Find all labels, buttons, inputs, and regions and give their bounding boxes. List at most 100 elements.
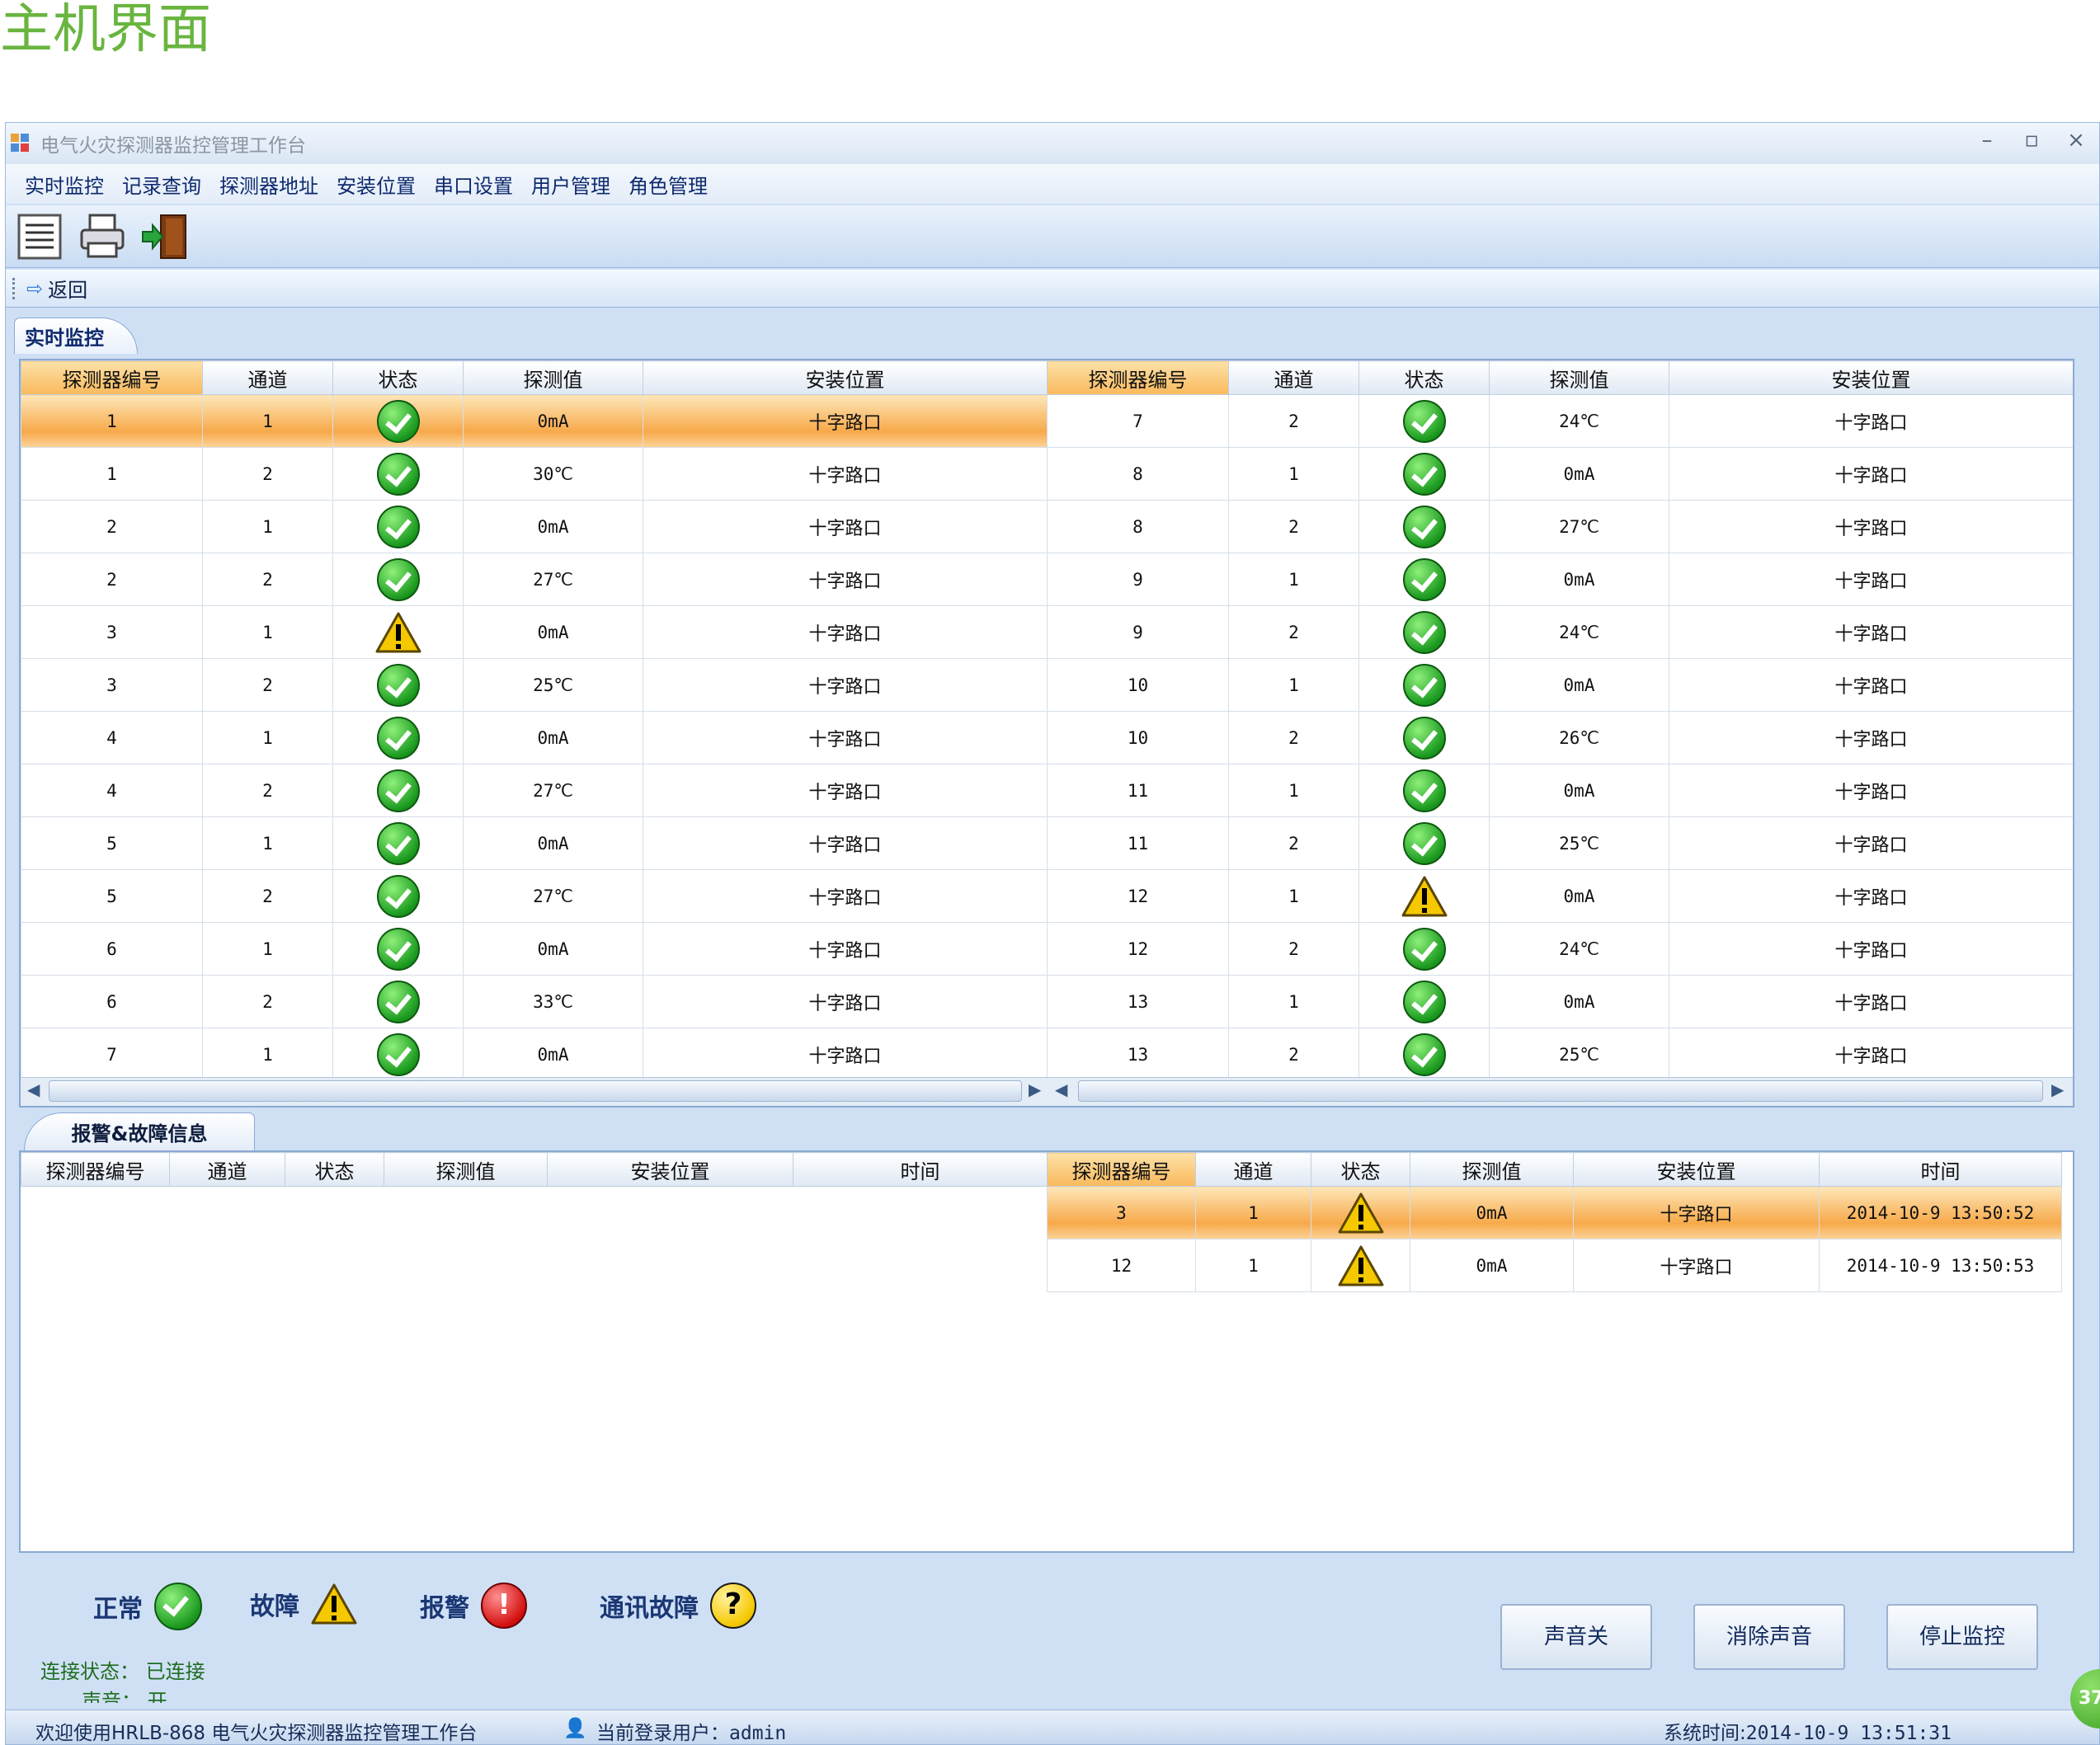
cell-channel: 2 <box>1228 1028 1359 1081</box>
table-row[interactable]: 5 1 0mA 十字路口 <box>21 816 1048 870</box>
tab-alarm-fault-info[interactable]: 报警&故障信息 <box>24 1112 255 1150</box>
col-header-location[interactable]: 安装位置 <box>1669 360 2073 395</box>
table-row[interactable]: 5 2 27℃ 十字路口 <box>21 869 1048 923</box>
table-row[interactable]: 6 2 33℃ 十字路口 <box>21 975 1048 1028</box>
cell-detector-id: 5 <box>21 869 203 923</box>
table-row[interactable]: 1 2 30℃ 十字路口 <box>21 447 1048 501</box>
col-header-value[interactable]: 探测值 <box>463 360 643 395</box>
col-header-status[interactable]: 状态 <box>285 1152 384 1187</box>
scroll-right-icon[interactable]: ▶ <box>1029 1079 1041 1099</box>
table-row[interactable]: 13 2 25℃ 十字路口 <box>1047 1028 2073 1081</box>
tab-realtime-monitor[interactable]: 实时监控 <box>14 317 138 354</box>
cell-status <box>1358 869 1490 923</box>
toolbar <box>6 205 2099 268</box>
cell-time: 2014-10-9 13:50:52 <box>1819 1186 2062 1239</box>
table-row[interactable]: 3 1 0mA 十字路口 2014-10-9 13:50:52 <box>1047 1186 2062 1239</box>
col-header-value[interactable]: 探测值 <box>1410 1152 1574 1187</box>
cell-detector-id: 12 <box>1047 869 1229 923</box>
col-header-channel[interactable]: 通道 <box>169 1152 285 1187</box>
ok-check-icon <box>1402 927 1446 971</box>
exit-door-icon[interactable] <box>141 212 189 261</box>
back-arrow-icon[interactable]: ⇨ <box>26 277 43 300</box>
table-row[interactable]: 9 1 0mA 十字路口 <box>1047 553 2073 606</box>
scroll-left-icon[interactable]: ◀ <box>27 1079 40 1099</box>
table-row[interactable]: 10 2 26℃ 十字路口 <box>1047 711 2073 764</box>
cell-location: 十字路口 <box>1669 500 2073 553</box>
sound-off-button[interactable]: 声音关 <box>1500 1604 1652 1670</box>
table-row[interactable]: 4 2 27℃ 十字路口 <box>21 764 1048 817</box>
cell-value: 24℃ <box>1489 394 1669 448</box>
col-header-detector-id[interactable]: 探测器编号 <box>21 1152 170 1187</box>
table-row[interactable]: 8 1 0mA 十字路口 <box>1047 447 2073 501</box>
table-row[interactable]: 2 2 27℃ 十字路口 <box>21 553 1048 606</box>
col-header-channel[interactable]: 通道 <box>202 360 333 395</box>
col-header-value[interactable]: 探测值 <box>384 1152 548 1187</box>
cell-channel: 2 <box>1228 500 1359 553</box>
table-row[interactable]: 2 1 0mA 十字路口 <box>21 500 1048 553</box>
horizontal-scrollbar[interactable]: ◀ ▶ ◀ ▶ <box>21 1077 2073 1106</box>
cell-value: 0mA <box>1410 1239 1574 1292</box>
table-row[interactable]: 12 1 0mA 十字路口 <box>1047 869 2073 923</box>
table-row[interactable]: 11 2 25℃ 十字路口 <box>1047 816 2073 870</box>
col-header-time[interactable]: 时间 <box>1819 1152 2062 1187</box>
cell-value: 27℃ <box>463 553 643 606</box>
printer-icon[interactable] <box>78 212 126 261</box>
table-row[interactable]: 7 2 24℃ 十字路口 <box>1047 394 2073 448</box>
col-header-location[interactable]: 安装位置 <box>643 360 1048 395</box>
stop-monitor-button[interactable]: 停止监控 <box>1886 1604 2038 1670</box>
close-button[interactable]: × <box>2065 128 2088 153</box>
menu-serial-settings[interactable]: 串口设置 <box>426 170 520 199</box>
col-header-status[interactable]: 状态 <box>1358 360 1490 395</box>
col-header-value[interactable]: 探测值 <box>1489 360 1669 395</box>
cell-status <box>332 500 464 553</box>
legend-normal-label: 正常 <box>93 1595 143 1624</box>
table-row[interactable]: 11 1 0mA 十字路口 <box>1047 764 2073 817</box>
menu-role-management[interactable]: 角色管理 <box>621 170 715 199</box>
menu-install-location[interactable]: 安装位置 <box>329 170 423 199</box>
cell-status <box>332 1028 464 1081</box>
back-button[interactable]: 返回 <box>48 274 87 303</box>
cell-location: 十字路口 <box>1669 394 2073 448</box>
col-header-detector-id[interactable]: 探测器编号 <box>1047 1152 1196 1187</box>
table-row[interactable]: 1 1 0mA 十字路口 <box>21 394 1048 448</box>
table-row[interactable]: 12 2 24℃ 十字路口 <box>1047 922 2073 976</box>
col-header-channel[interactable]: 通道 <box>1228 360 1359 395</box>
table-row[interactable]: 6 1 0mA 十字路口 <box>21 922 1048 976</box>
table-row[interactable]: 9 2 24℃ 十字路口 <box>1047 605 2073 659</box>
table-row[interactable]: 8 2 27℃ 十字路口 <box>1047 500 2073 553</box>
col-header-location[interactable]: 安装位置 <box>547 1152 793 1187</box>
scroll-thumb-left[interactable] <box>49 1080 1022 1102</box>
cell-status <box>1358 1028 1490 1081</box>
col-header-status[interactable]: 状态 <box>332 360 464 395</box>
cell-value: 27℃ <box>1489 500 1669 553</box>
cell-value: 30℃ <box>463 447 643 501</box>
cell-status <box>1358 658 1490 712</box>
table-row[interactable]: 13 1 0mA 十字路口 <box>1047 975 2073 1028</box>
table-row[interactable]: 7 1 0mA 十字路口 <box>21 1028 1048 1081</box>
table-row[interactable]: 10 1 0mA 十字路口 <box>1047 658 2073 712</box>
col-header-status[interactable]: 状态 <box>1311 1152 1410 1187</box>
scroll-right-icon[interactable]: ▶ <box>2051 1079 2064 1099</box>
col-header-location[interactable]: 安装位置 <box>1573 1152 1820 1187</box>
cell-channel: 1 <box>202 711 333 764</box>
restore-button[interactable]: ▫ <box>2020 128 2043 153</box>
ok-check-icon <box>1402 716 1446 760</box>
col-header-detector-id[interactable]: 探测器编号 <box>1047 360 1229 395</box>
menu-record-query[interactable]: 记录查询 <box>115 170 209 199</box>
menu-detector-address[interactable]: 探测器地址 <box>212 170 326 199</box>
table-row[interactable]: 3 1 0mA 十字路口 <box>21 605 1048 659</box>
table-row[interactable]: 4 1 0mA 十字路口 <box>21 711 1048 764</box>
cell-value: 0mA <box>1489 553 1669 606</box>
table-row[interactable]: 3 2 25℃ 十字路口 <box>21 658 1048 712</box>
col-header-time[interactable]: 时间 <box>793 1152 1048 1187</box>
table-row[interactable]: 12 1 0mA 十字路口 2014-10-9 13:50:53 <box>1047 1239 2062 1292</box>
list-icon[interactable] <box>16 212 64 261</box>
menu-realtime-monitor[interactable]: 实时监控 <box>17 170 111 199</box>
col-header-detector-id[interactable]: 探测器编号 <box>21 360 203 395</box>
minimize-button[interactable]: – <box>1975 128 1999 153</box>
menu-user-management[interactable]: 用户管理 <box>524 170 618 199</box>
col-header-channel[interactable]: 通道 <box>1195 1152 1311 1187</box>
scroll-thumb-right[interactable] <box>1078 1080 2043 1102</box>
scroll-left-icon[interactable]: ◀ <box>1055 1079 1067 1099</box>
clear-sound-button[interactable]: 消除声音 <box>1693 1604 1845 1670</box>
